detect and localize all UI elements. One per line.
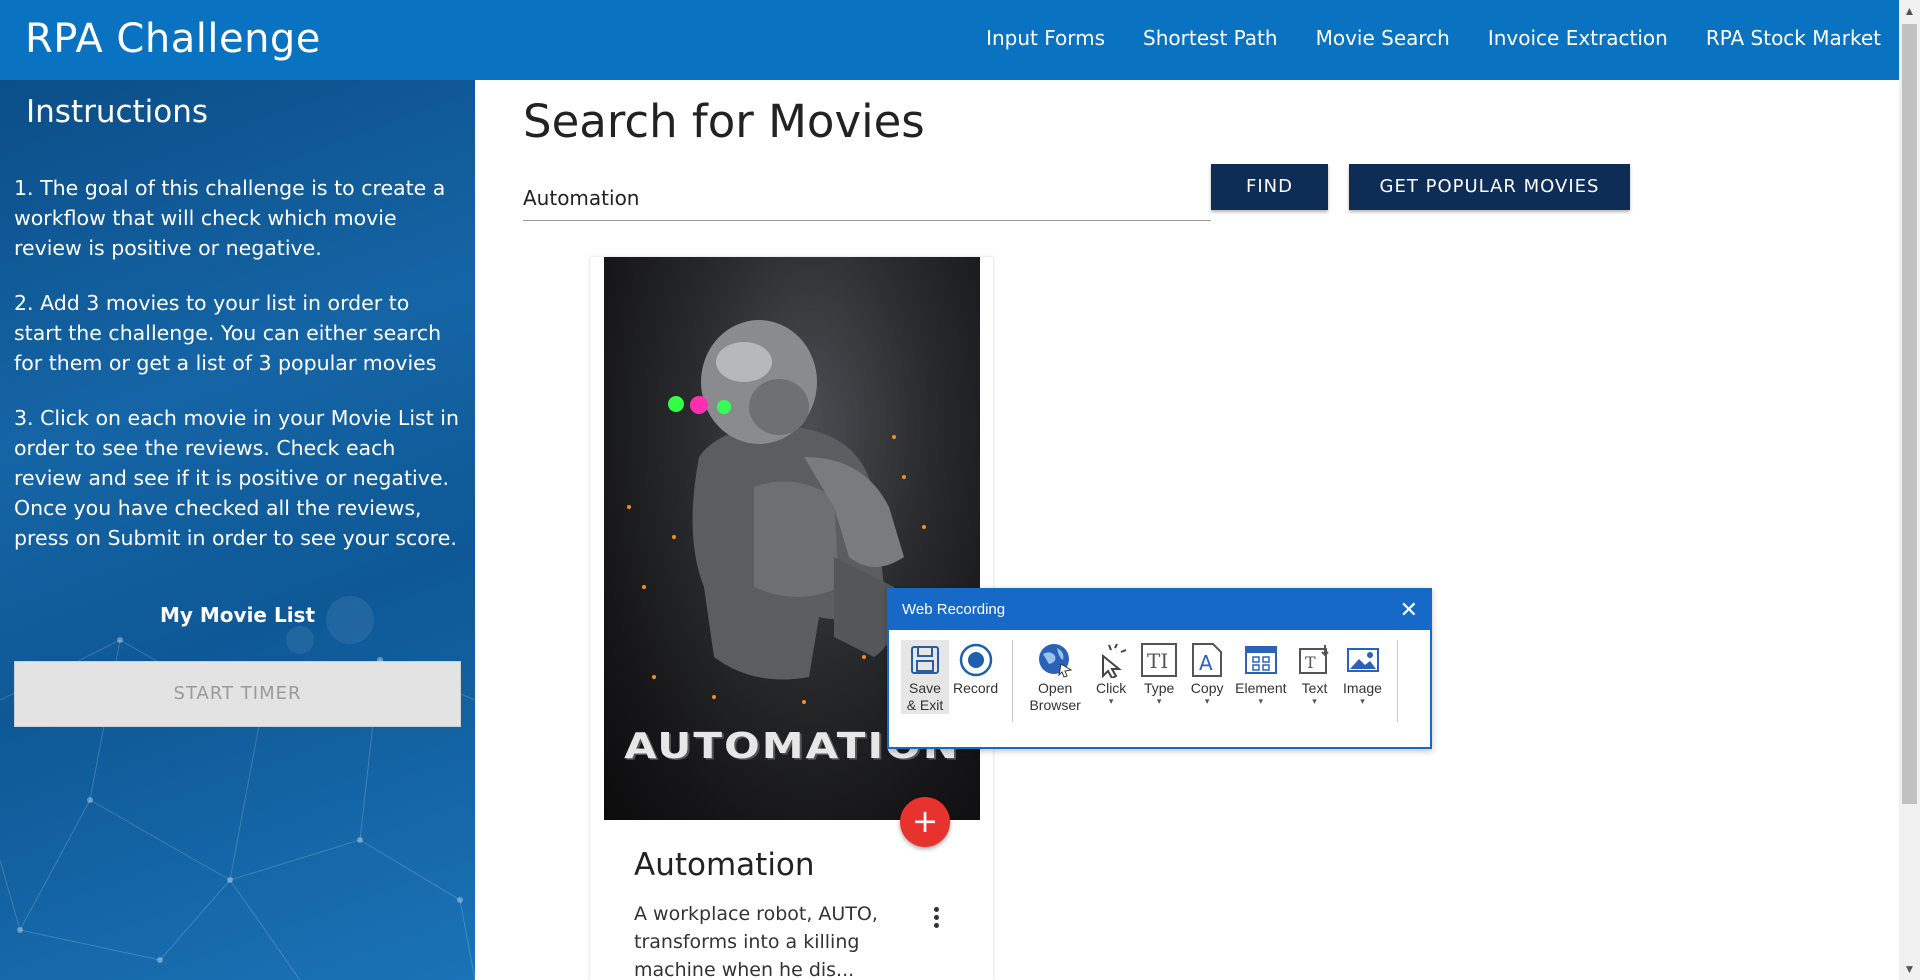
web-recording-title: Web Recording bbox=[902, 601, 1006, 618]
web-recording-titlebar[interactable]: Web Recording ✕ bbox=[889, 590, 1430, 630]
click-button[interactable]: Click ▾ bbox=[1087, 640, 1135, 706]
recorder-tools: Save & Exit Record Open Browser Click ▾ … bbox=[901, 640, 1408, 722]
chevron-down-icon[interactable]: ▾ bbox=[1109, 697, 1114, 706]
image-icon bbox=[1343, 640, 1383, 680]
start-timer-button[interactable]: START TIMER bbox=[14, 661, 461, 727]
chevron-down-icon[interactable]: ▾ bbox=[1312, 697, 1317, 706]
nav-shortest-path[interactable]: Shortest Path bbox=[1143, 26, 1278, 50]
image-button[interactable]: Image ▾ bbox=[1339, 640, 1387, 706]
scroll-down-icon[interactable]: ▼ bbox=[1899, 962, 1920, 976]
movie-title: Automation bbox=[634, 847, 815, 883]
page-scrollbar[interactable]: ▲ ▼ bbox=[1899, 0, 1920, 980]
movie-description: A workplace robot, AUTO, transforms into… bbox=[634, 903, 878, 980]
instruction-step-2: 2. Add 3 movies to your list in order to… bbox=[14, 291, 442, 375]
instruction-step-3: 3. Click on each movie in your Movie Lis… bbox=[14, 406, 459, 550]
nav-rpa-stock-market[interactable]: RPA Stock Market bbox=[1706, 26, 1881, 50]
movie-list-title: My Movie List bbox=[159, 603, 316, 627]
copy-text-icon: A bbox=[1187, 640, 1227, 680]
chevron-down-icon[interactable]: ▾ bbox=[1360, 697, 1365, 706]
plus-icon: + bbox=[911, 802, 939, 840]
scrollbar-thumb[interactable] bbox=[1902, 24, 1917, 804]
find-button[interactable]: FIND bbox=[1211, 164, 1328, 210]
svg-text:T: T bbox=[1305, 653, 1316, 672]
chevron-down-icon[interactable]: ▾ bbox=[1205, 697, 1210, 706]
element-button[interactable]: Element ▾ bbox=[1231, 640, 1290, 706]
nav-input-forms[interactable]: Input Forms bbox=[986, 26, 1105, 50]
save-exit-button[interactable]: Save & Exit bbox=[901, 640, 949, 714]
chevron-down-icon[interactable]: ▾ bbox=[1157, 697, 1162, 706]
nav-movie-search[interactable]: Movie Search bbox=[1316, 26, 1450, 50]
top-navbar: RPA Challenge Input Forms Shortest Path … bbox=[0, 0, 1899, 80]
toolbar-separator bbox=[1396, 640, 1398, 722]
instruction-step-1: 1. The goal of this challenge is to crea… bbox=[14, 176, 446, 260]
nav-menu: Input Forms Shortest Path Movie Search I… bbox=[986, 26, 1881, 50]
text-icon: T bbox=[1295, 640, 1335, 680]
type-button[interactable]: TI Type ▾ bbox=[1135, 640, 1183, 706]
save-icon bbox=[905, 640, 945, 680]
open-browser-button[interactable]: Open Browser bbox=[1023, 640, 1087, 714]
web-recording-toolbar: Web Recording ✕ Save & Exit Record Open … bbox=[887, 588, 1432, 749]
get-popular-movies-button[interactable]: GET POPULAR MOVIES bbox=[1349, 164, 1630, 210]
record-button[interactable]: Record bbox=[949, 640, 1002, 697]
instructions-title: Instructions bbox=[26, 94, 209, 130]
close-icon[interactable]: ✕ bbox=[1400, 590, 1418, 630]
instructions-sidebar: Instructions 1. The goal of this challen… bbox=[0, 80, 475, 980]
nav-invoice-extraction[interactable]: Invoice Extraction bbox=[1488, 26, 1668, 50]
cursor-click-icon bbox=[1091, 640, 1131, 680]
add-movie-button[interactable]: + bbox=[900, 797, 950, 847]
svg-text:TI: TI bbox=[1147, 649, 1168, 673]
globe-icon bbox=[1035, 640, 1075, 680]
more-vert-icon[interactable] bbox=[930, 905, 942, 931]
element-icon bbox=[1241, 640, 1281, 680]
type-text-icon: TI bbox=[1139, 640, 1179, 680]
record-icon bbox=[956, 640, 996, 680]
text-button[interactable]: T Text ▾ bbox=[1291, 640, 1339, 706]
copy-button[interactable]: A Copy ▾ bbox=[1183, 640, 1231, 706]
chevron-down-icon[interactable]: ▾ bbox=[1259, 697, 1264, 706]
toolbar-separator bbox=[1012, 640, 1014, 722]
scroll-up-icon[interactable]: ▲ bbox=[1899, 4, 1920, 18]
page-title: Search for Movies bbox=[523, 95, 925, 148]
svg-text:A: A bbox=[1199, 651, 1213, 675]
brand-title[interactable]: RPA Challenge bbox=[25, 16, 321, 62]
movie-search-input[interactable] bbox=[523, 175, 1211, 221]
